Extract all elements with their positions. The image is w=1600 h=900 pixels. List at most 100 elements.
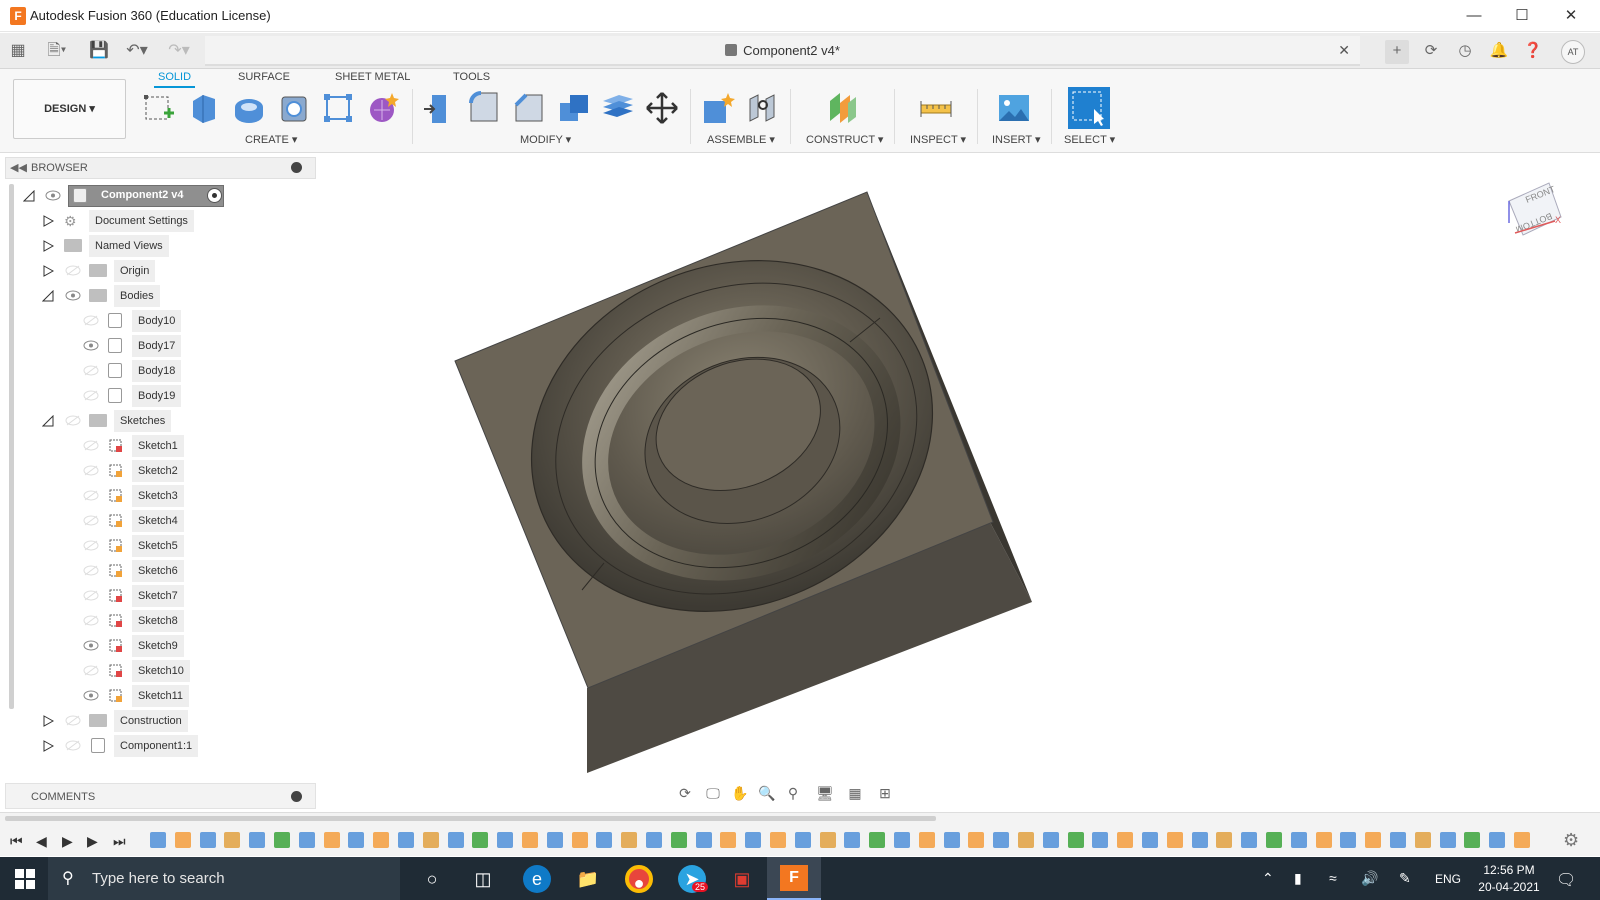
orbit-icon[interactable]: ⟳ bbox=[673, 785, 697, 805]
timeline-feature-icon[interactable] bbox=[621, 832, 638, 848]
visibility-eye-icon[interactable] bbox=[65, 290, 81, 301]
timeline-feature-icon[interactable] bbox=[1216, 832, 1233, 848]
windows-start-icon[interactable] bbox=[14, 868, 36, 890]
timeline-feature-icon[interactable] bbox=[1290, 832, 1307, 848]
create-form-icon[interactable] bbox=[366, 91, 400, 125]
hidden-eye-icon[interactable] bbox=[83, 490, 99, 501]
tree-node-body17[interactable]: Body17 bbox=[80, 335, 200, 357]
activate-radio-icon[interactable] bbox=[207, 188, 222, 203]
timeline-feature-icon[interactable] bbox=[224, 832, 241, 848]
timeline-feature-icon[interactable] bbox=[150, 832, 166, 848]
tree-root-row[interactable]: Component2 v4 bbox=[20, 185, 240, 207]
timeline-feature-icon[interactable] bbox=[770, 832, 786, 848]
collapsed-triangle-icon[interactable] bbox=[42, 715, 54, 727]
hidden-eye-icon[interactable] bbox=[83, 540, 99, 551]
modify-menu[interactable]: MODIFY ▾ bbox=[520, 133, 571, 146]
tree-node-body18[interactable]: Body18 bbox=[80, 360, 200, 382]
timeline-feature-icon[interactable] bbox=[1142, 832, 1158, 848]
play-icon[interactable]: ▶ bbox=[62, 833, 73, 850]
collapse-panel-icon[interactable]: ◀◀ bbox=[10, 161, 27, 174]
collapsed-triangle-icon[interactable] bbox=[42, 740, 54, 752]
workspace-switcher-button[interactable]: DESIGN ▾ bbox=[13, 79, 126, 139]
battery-icon[interactable]: ▮ bbox=[1294, 870, 1302, 887]
offset-plane-icon[interactable] bbox=[826, 91, 860, 125]
timeline-feature-icon[interactable] bbox=[844, 832, 861, 848]
hidden-eye-icon[interactable] bbox=[65, 415, 81, 426]
hidden-eye-icon[interactable] bbox=[65, 740, 81, 751]
timeline-feature-icon[interactable] bbox=[1340, 832, 1357, 848]
job-status-clock-icon[interactable]: ◷ bbox=[1453, 40, 1477, 64]
visibility-eye-icon[interactable] bbox=[83, 340, 99, 351]
timeline-feature-icon[interactable] bbox=[993, 832, 1010, 848]
timeline-feature-icon[interactable] bbox=[472, 832, 489, 848]
timeline-feature-icon[interactable] bbox=[1067, 832, 1084, 848]
timeline-feature-icon[interactable] bbox=[174, 832, 191, 848]
timeline-feature-icon[interactable] bbox=[1042, 832, 1059, 848]
tree-node-sketch11[interactable]: Sketch11 bbox=[80, 685, 210, 707]
taskbar-search-box[interactable]: ⚲ Type here to search bbox=[48, 857, 400, 900]
timeline-feature-icon[interactable] bbox=[869, 832, 886, 848]
expanded-triangle-icon[interactable] bbox=[42, 290, 54, 302]
edge-browser-icon[interactable]: e bbox=[523, 865, 551, 893]
pan-hand-icon[interactable]: ✋ bbox=[728, 785, 752, 805]
hidden-eye-icon[interactable] bbox=[83, 615, 99, 626]
hidden-eye-icon[interactable] bbox=[83, 440, 99, 451]
fusion-taskbar-button[interactable]: F bbox=[767, 857, 821, 900]
comments-add-icon[interactable] bbox=[291, 791, 302, 802]
tree-node-component1[interactable]: Component1:1 bbox=[40, 735, 210, 757]
inspect-menu[interactable]: INSPECT ▾ bbox=[910, 133, 966, 146]
look-at-icon[interactable]: 🖵 bbox=[701, 785, 725, 805]
hidden-eye-icon[interactable] bbox=[83, 465, 99, 476]
hidden-eye-icon[interactable] bbox=[83, 315, 99, 326]
timeline-feature-icon[interactable] bbox=[670, 832, 687, 848]
timeline-feature-icon[interactable] bbox=[943, 832, 960, 848]
timeline-feature-icon[interactable] bbox=[1191, 832, 1208, 848]
extensions-icon[interactable]: ⟳ bbox=[1419, 40, 1443, 64]
extrude-icon[interactable] bbox=[187, 91, 221, 125]
hidden-eye-icon[interactable] bbox=[83, 390, 99, 401]
timeline-feature-icon[interactable] bbox=[695, 832, 712, 848]
data-panel-grid-icon[interactable]: ▦ bbox=[5, 39, 31, 63]
tree-node-body19[interactable]: Body19 bbox=[80, 385, 200, 407]
cortana-icon[interactable]: ○ bbox=[418, 865, 446, 893]
expanded-triangle-icon[interactable] bbox=[23, 190, 35, 202]
timeline-feature-icon[interactable] bbox=[348, 832, 365, 848]
office-app-icon[interactable]: ▣ bbox=[728, 865, 756, 893]
chrome-icon[interactable]: ● bbox=[625, 865, 653, 893]
new-tab-plus-icon[interactable]: + bbox=[1385, 40, 1409, 64]
tree-node-sketch10[interactable]: Sketch10 bbox=[80, 660, 210, 682]
timeline-feature-icon[interactable] bbox=[522, 832, 538, 848]
timeline-feature-icon[interactable] bbox=[968, 832, 985, 848]
show-hidden-icons-chevron[interactable]: ⌃ bbox=[1262, 870, 1274, 887]
timeline-feature-icon[interactable] bbox=[249, 832, 266, 848]
help-icon[interactable]: ❓ bbox=[1521, 40, 1545, 64]
timeline-feature-icon[interactable] bbox=[274, 832, 290, 848]
tree-node-sketch7[interactable]: Sketch7 bbox=[80, 585, 200, 607]
timeline-feature-icon[interactable] bbox=[1092, 832, 1109, 848]
tree-node-sketch6[interactable]: Sketch6 bbox=[80, 560, 200, 582]
timeline-feature-icon[interactable] bbox=[819, 832, 836, 848]
save-icon[interactable]: 💾 bbox=[86, 39, 112, 63]
redo-icon[interactable]: ↷▾ bbox=[162, 39, 196, 63]
tree-node-origin[interactable]: Origin bbox=[40, 260, 210, 282]
hidden-eye-icon[interactable] bbox=[83, 665, 99, 676]
timeline-feature-icon[interactable] bbox=[298, 832, 315, 848]
timeline-feature-icon[interactable] bbox=[1117, 832, 1134, 848]
file-menu-icon[interactable]: 🗎▾ bbox=[40, 39, 74, 63]
timeline-feature-icon[interactable] bbox=[918, 832, 935, 848]
timeline-feature-icon[interactable] bbox=[1018, 832, 1034, 848]
hidden-eye-icon[interactable] bbox=[83, 365, 99, 376]
timeline-feature-icon[interactable] bbox=[1414, 832, 1431, 848]
timeline-feature-icon[interactable] bbox=[323, 832, 340, 848]
tab-solid[interactable]: SOLID bbox=[154, 71, 196, 88]
maximize-button[interactable]: ☐ bbox=[1500, 4, 1544, 28]
expanded-triangle-icon[interactable] bbox=[42, 415, 54, 427]
timeline-feature-icon[interactable] bbox=[1489, 832, 1506, 848]
step-forward-icon[interactable]: ▶ bbox=[87, 833, 98, 850]
measure-icon[interactable] bbox=[919, 91, 953, 125]
tab-tools[interactable]: TOOLS bbox=[449, 71, 494, 83]
timeline-feature-icon[interactable] bbox=[1266, 832, 1282, 848]
create-sketch-icon[interactable] bbox=[142, 91, 176, 125]
grid-snap-icon[interactable]: ▦ bbox=[843, 785, 867, 805]
timeline-feature-icon[interactable] bbox=[1464, 832, 1481, 848]
